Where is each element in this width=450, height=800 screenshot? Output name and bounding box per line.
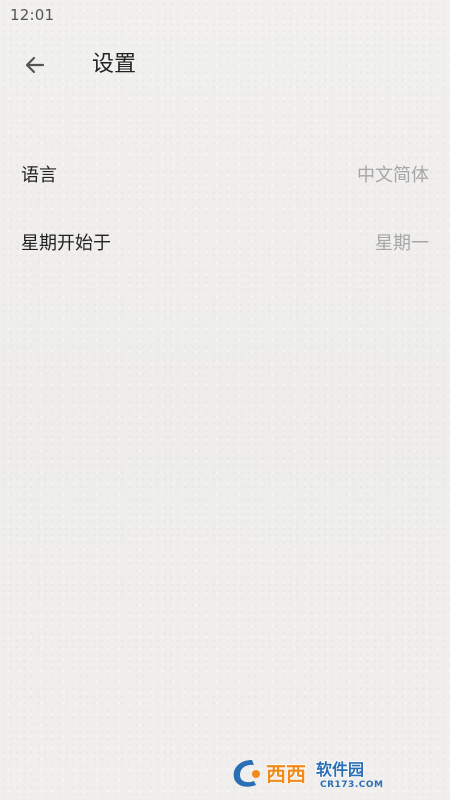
toolbar: 设置 xyxy=(0,34,450,96)
watermark-site-url: CR173.COM xyxy=(320,780,383,790)
setting-language[interactable]: 语言 中文简体 xyxy=(0,140,450,208)
setting-label: 语言 xyxy=(21,165,57,186)
status-bar: 12:01 xyxy=(0,0,450,30)
status-time: 12:01 xyxy=(10,6,55,24)
watermark-site-name: 软件园 xyxy=(316,760,364,779)
page-title: 设置 xyxy=(92,52,137,77)
watermark-image: 西西 软件园 CR173.COM xyxy=(233,759,383,790)
setting-value: 星期一 xyxy=(375,233,429,254)
watermark-logo: 西西 软件园 CR173.COM xyxy=(230,756,430,790)
back-button[interactable] xyxy=(12,42,58,88)
watermark-brand: 西西 xyxy=(266,762,306,786)
arrow-left-icon xyxy=(25,56,45,74)
watermark-dot-icon xyxy=(252,770,260,778)
setting-week-start[interactable]: 星期开始于 星期一 xyxy=(0,208,450,276)
setting-value: 中文简体 xyxy=(357,165,429,186)
setting-label: 星期开始于 xyxy=(21,233,111,254)
settings-list: 语言 中文简体 星期开始于 星期一 xyxy=(0,140,450,276)
